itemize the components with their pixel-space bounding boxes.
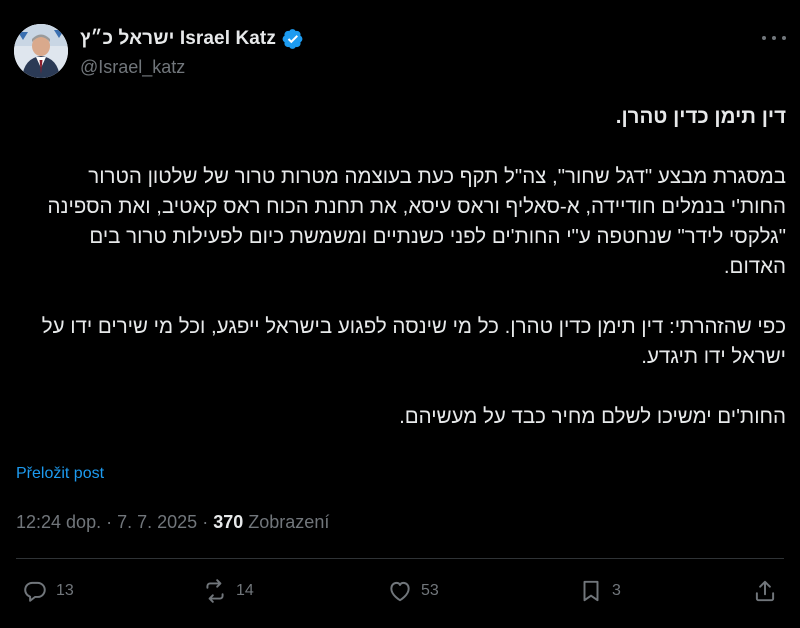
share-button[interactable] [752,578,778,604]
repost-count: 14 [236,582,254,599]
post-date[interactable]: 7. 7. 2025 [117,512,197,532]
post-title: דין תימן כדין טהרן. [615,105,786,128]
share-icon [755,580,775,602]
views-count: 370 [213,512,244,532]
author-handle[interactable]: @Israel_katz [80,57,185,78]
reply-button[interactable]: 13 [22,578,74,604]
bookmark-button[interactable]: 3 [578,578,621,604]
bookmark-icon [583,580,599,602]
bookmark-count: 3 [612,582,621,599]
post-paragraph: החות'ים ימשיכו לשלם מחיר כבד על מעשיהם. [399,405,786,428]
avatar-image [14,24,68,78]
translate-post-link[interactable]: Přeložit post [16,465,104,483]
divider [16,558,784,559]
author-display-name[interactable]: ישראל כ״ץ Israel Katz [80,28,276,50]
more-options-icon[interactable] [762,28,786,48]
verified-badge-icon [282,29,303,49]
avatar[interactable] [14,24,68,78]
post-meta: 12:24 dop. · 7. 7. 2025 · 370 Zobrazení [16,512,329,533]
action-bar: 13 14 53 3 [22,578,782,610]
repost-button[interactable]: 14 [202,578,254,604]
views-label: Zobrazení [248,512,330,532]
post-text: דין תימן כדין טהרן. במסגרת מבצע "דגל שחו… [40,102,786,432]
meta-separator: · [202,512,209,532]
meta-separator: · [106,512,113,532]
post-time[interactable]: 12:24 dop. [16,512,101,532]
post-header: ישראל כ״ץ Israel Katz @Israel_katz [14,24,786,84]
author-name-row[interactable]: ישראל כ״ץ Israel Katz [80,28,304,50]
like-count: 53 [421,582,439,599]
post-paragraph: כפי שהזהרתי: דין תימן כדין טהרן. כל מי ש… [41,315,786,368]
post-paragraph: במסגרת מבצע "דגל שחור", צה"ל תקף כעת בעו… [47,165,786,278]
reply-icon [24,581,46,602]
repost-icon [206,579,224,603]
like-button[interactable]: 53 [387,578,439,604]
reply-count: 13 [56,582,74,599]
heart-icon [390,581,410,602]
